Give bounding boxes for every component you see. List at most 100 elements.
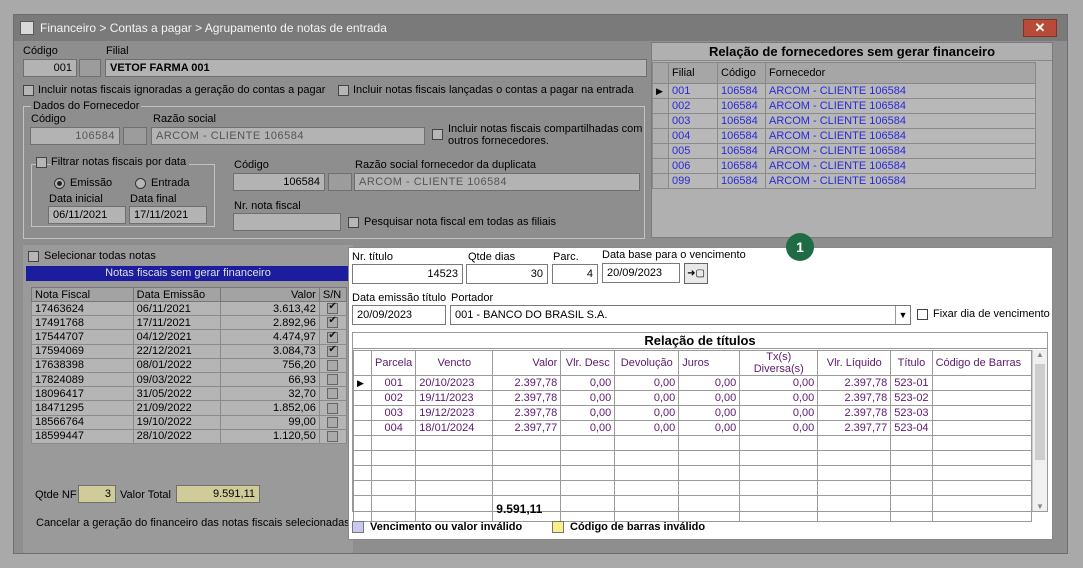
chk-ignoradas[interactable] — [23, 85, 34, 96]
titulo-cell[interactable]: 18/01/2024 — [415, 420, 494, 436]
invoice-select-checkbox[interactable] — [327, 402, 339, 414]
invoice-row[interactable]: 17544707 04/12/2021 4.474,97 — [31, 329, 348, 345]
supplier-row[interactable]: 005 106584 ARCOM - CLIENTE 106584 — [652, 143, 1036, 159]
scroll-up-icon[interactable]: ▲ — [1033, 350, 1047, 359]
forn-razao-field[interactable]: ARCOM - CLIENTE 106584 — [151, 127, 425, 145]
empty-cell — [560, 480, 616, 496]
titulo-cell[interactable] — [931, 420, 1033, 436]
titulo-cell[interactable]: 19/11/2023 — [415, 390, 494, 406]
razao-dup-label: Razão social fornecedor da duplicata — [355, 159, 537, 171]
invoice-date: 09/03/2022 — [132, 371, 222, 388]
data-base-field[interactable]: 20/09/2023 — [602, 263, 680, 283]
invoice-row[interactable]: 18599447 28/10/2022 1.120,50 — [31, 428, 348, 444]
invoice-date: 22/12/2021 — [132, 343, 222, 359]
forn-razao-label: Razão social — [153, 113, 216, 125]
tit-header-devolucao: Devolução — [614, 350, 680, 376]
nr-titulo-field[interactable]: 14523 — [352, 264, 463, 284]
row-pointer-icon: ▶ — [353, 375, 372, 391]
invoice-select-checkbox[interactable] — [327, 388, 339, 400]
filial-field[interactable]: VETOF FARMA 001 — [105, 59, 647, 77]
portador-select[interactable]: 001 - BANCO DO BRASIL S.A. ▼ — [450, 305, 911, 325]
chk-filtrar-data[interactable] — [36, 157, 47, 168]
chk-select-all[interactable] — [28, 251, 39, 262]
invoice-select-checkbox[interactable] — [327, 374, 339, 386]
radio-emissao[interactable] — [54, 178, 65, 189]
empty-cell — [560, 465, 616, 481]
supplier-row[interactable]: 002 106584 ARCOM - CLIENTE 106584 — [652, 98, 1036, 114]
data-emissao-field[interactable]: 20/09/2023 — [352, 305, 446, 325]
titulos-scrollbar[interactable]: ▲ ▼ — [1032, 350, 1047, 511]
cancel-link[interactable]: Cancelar a geração do financeiro das not… — [36, 517, 350, 529]
codigo2-search-button[interactable] — [328, 173, 352, 191]
data-inicial-field[interactable]: 06/11/2021 — [48, 206, 126, 224]
tit-header-valor: Valor — [492, 350, 562, 376]
scroll-thumb[interactable] — [1035, 364, 1045, 460]
invoice-number: 18096417 — [31, 386, 134, 402]
invoice-row[interactable]: 17638398 08/01/2022 756,20 — [31, 357, 348, 373]
chk-todas-filiais[interactable] — [348, 217, 359, 228]
invoice-row[interactable]: 17491768 17/11/2021 2.892,96 — [31, 315, 348, 331]
titulo-row[interactable]: 003 19/12/2023 2.397,78 0,00 0,00 0,00 0,00 2.3… — [353, 405, 1033, 421]
forn-codigo-field[interactable]: 106584 — [30, 127, 120, 145]
chk-compartilhadas[interactable] — [432, 129, 443, 140]
invoice-select-checkbox[interactable] — [327, 301, 339, 315]
codigo-search-button[interactable] — [79, 59, 101, 77]
invoice-select-checkbox[interactable] — [327, 359, 339, 371]
invoice-row[interactable]: 18566764 19/10/2022 99,00 — [31, 414, 348, 430]
invoice-date: 28/10/2022 — [132, 428, 222, 444]
close-button[interactable]: ✕ — [1023, 19, 1057, 37]
invoice-value: 4.474,97 — [220, 329, 320, 345]
suppliers-header-codigo: Código — [717, 62, 766, 84]
supplier-row[interactable]: 006 106584 ARCOM - CLIENTE 106584 — [652, 158, 1036, 174]
titulo-cell[interactable]: 19/12/2023 — [415, 405, 494, 421]
forn-codigo-search-button[interactable] — [123, 127, 147, 145]
suppliers-header-filial: Filial — [668, 62, 718, 84]
supplier-name: ARCOM - CLIENTE 106584 — [765, 143, 1036, 159]
codigo2-field[interactable]: 106584 — [233, 173, 325, 191]
invoice-select-checkbox[interactable] — [327, 315, 339, 329]
titulos-panel: Nr. título 14523 Qtde dias 30 Parc. 4 Da… — [348, 247, 1053, 540]
invoice-row[interactable]: 17824089 09/03/2022 66,93 — [31, 371, 348, 388]
radio-entrada[interactable] — [135, 178, 146, 189]
invoice-row[interactable]: 18096417 31/05/2022 32,70 — [31, 386, 348, 402]
titulo-cell[interactable] — [931, 405, 1033, 421]
data-final-field[interactable]: 17/11/2021 — [129, 206, 207, 224]
invoice-row[interactable]: 17594069 22/12/2021 3.084,73 — [31, 343, 348, 359]
titulo-cell: 0,00 — [739, 375, 819, 391]
nr-nota-field[interactable] — [233, 213, 341, 231]
chk-fixar-dia[interactable] — [917, 309, 928, 320]
codigo-field[interactable]: 001 — [23, 59, 77, 77]
titulo-empty-row — [353, 435, 1033, 451]
invoice-row[interactable]: 17463624 06/11/2021 3.613,42 — [31, 300, 348, 317]
fixar-dia-label: Fixar dia de vencimento — [933, 308, 1050, 320]
valor-total-field: 9.591,11 — [176, 485, 260, 503]
chk-lancadas[interactable] — [338, 85, 349, 96]
supplier-row[interactable]: 003 106584 ARCOM - CLIENTE 106584 — [652, 113, 1036, 129]
razao-dup-field[interactable]: ARCOM - CLIENTE 106584 — [354, 173, 640, 191]
titulo-row[interactable]: ▶ 001 20/10/2023 2.397,78 0,00 0,00 0,00 0,00 2.… — [353, 375, 1033, 391]
titulo-cell[interactable] — [931, 375, 1033, 391]
chevron-down-icon[interactable]: ▼ — [895, 306, 910, 324]
empty-cell — [931, 450, 1033, 466]
parc-field[interactable]: 4 — [552, 264, 598, 284]
invoice-select-checkbox[interactable] — [327, 344, 339, 357]
qtde-dias-field[interactable]: 30 — [466, 264, 548, 284]
titulo-cell[interactable] — [931, 390, 1033, 406]
titulo-cell[interactable]: 20/10/2023 — [415, 375, 494, 391]
supplier-row[interactable]: 099 106584 ARCOM - CLIENTE 106584 — [652, 173, 1036, 189]
titulo-row[interactable]: 004 18/01/2024 2.397,77 0,00 0,00 0,00 0,00 2.3… — [353, 420, 1033, 436]
supplier-row[interactable]: ▶ 001 106584 ARCOM - CLIENTE 106584 — [652, 83, 1036, 99]
apply-date-button[interactable]: ➜▢ — [684, 263, 708, 284]
invoice-select-checkbox[interactable] — [327, 430, 339, 442]
invoice-row[interactable]: 18471295 21/09/2022 1.852,06 — [31, 400, 348, 416]
supplier-row[interactable]: 004 106584 ARCOM - CLIENTE 106584 — [652, 128, 1036, 144]
titulo-row[interactable]: 002 19/11/2023 2.397,78 0,00 0,00 0,00 0,00 2.3… — [353, 390, 1033, 406]
empty-cell — [739, 450, 819, 466]
invoice-select-checkbox[interactable] — [327, 416, 339, 428]
titulo-cell: 0,00 — [614, 390, 680, 406]
invoice-select-checkbox[interactable] — [327, 330, 339, 343]
scroll-down-icon[interactable]: ▼ — [1033, 502, 1047, 511]
titulos-title: Relação de títulos — [353, 333, 1047, 349]
invoice-sn-cell — [318, 414, 348, 430]
titulo-cell: 003 — [370, 405, 417, 421]
